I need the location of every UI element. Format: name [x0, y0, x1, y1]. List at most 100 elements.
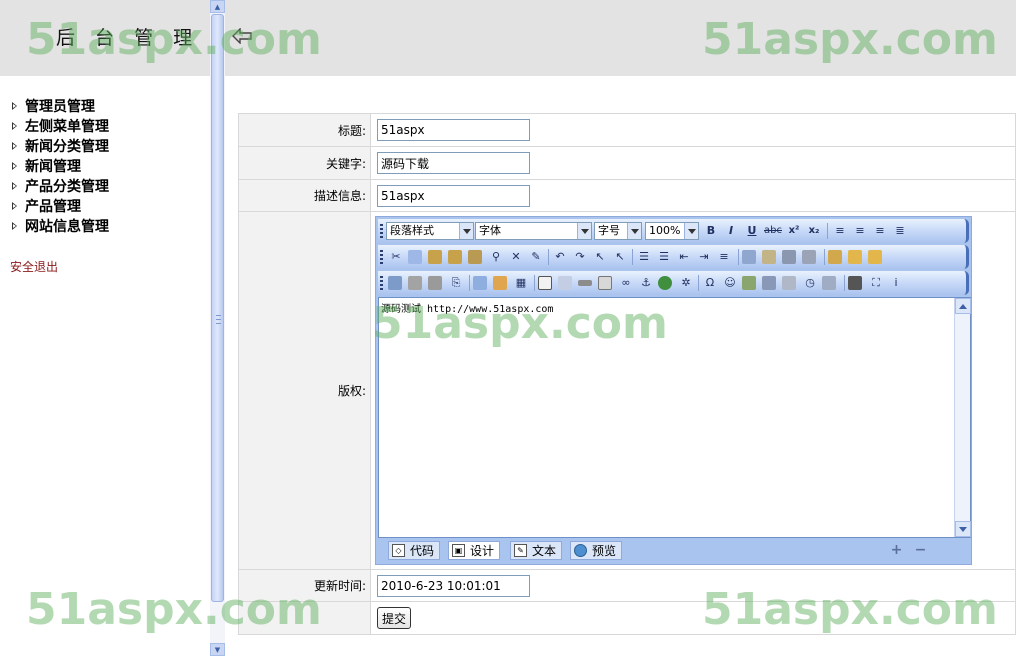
insert-image-icon[interactable]: [388, 276, 402, 290]
shrink-editor-icon[interactable]: −: [914, 543, 927, 557]
back-arrow-icon[interactable]: [232, 28, 252, 44]
editor-content-area[interactable]: 源码测试 http://www.51aspx.com: [378, 297, 971, 538]
font-select[interactable]: 字体: [475, 222, 592, 240]
paste-icon[interactable]: [428, 250, 442, 264]
indent-icon[interactable]: ⇥: [696, 249, 712, 265]
triangle-icon: [12, 182, 17, 190]
print-preview-icon[interactable]: [848, 276, 862, 290]
send-backward-icon[interactable]: [868, 250, 882, 264]
paste-text-icon[interactable]: [448, 250, 462, 264]
font-size-select[interactable]: 字号: [594, 222, 642, 240]
keywords-input[interactable]: [377, 152, 530, 174]
sidebar-item-product[interactable]: 产品管理: [12, 196, 109, 216]
editor-scroll-up-icon[interactable]: [955, 298, 971, 314]
superscript-button[interactable]: x²: [786, 223, 802, 239]
italic-button[interactable]: I: [723, 223, 739, 239]
attachment-icon[interactable]: ⎘: [448, 275, 464, 291]
form-row-copyright: 版权: 段落样式 字体 字号 100% B I U abc x² x₂ ≡ ≡ …: [238, 211, 1016, 570]
outdent-icon[interactable]: ⇤: [676, 249, 692, 265]
chevron-down-icon: [577, 223, 591, 239]
sidebar-item-label: 产品分类管理: [25, 179, 109, 195]
frame-scrollbar[interactable]: ▲ ▼: [210, 0, 225, 656]
horizontal-rule-icon[interactable]: [578, 280, 592, 286]
time-icon[interactable]: ◷: [802, 275, 818, 291]
title-input[interactable]: [377, 119, 530, 141]
undo-icon[interactable]: ↶: [552, 249, 568, 265]
emoticon-icon[interactable]: ☺: [722, 275, 738, 291]
description-input[interactable]: [377, 184, 530, 207]
hyperlink-icon[interactable]: [658, 276, 672, 290]
bring-forward-icon[interactable]: [848, 250, 862, 264]
text-color-icon[interactable]: [742, 250, 756, 264]
sidebar-item-left-menu[interactable]: 左侧菜单管理: [12, 116, 109, 136]
line-spacing-icon[interactable]: ≡: [716, 249, 732, 265]
copy-icon[interactable]: [408, 250, 422, 264]
paste-word-icon[interactable]: [468, 250, 482, 264]
scroll-down-button[interactable]: ▼: [210, 643, 225, 656]
zoom-select[interactable]: 100%: [645, 222, 699, 240]
insert-code-icon[interactable]: [822, 276, 836, 290]
highlight-icon[interactable]: [762, 250, 776, 264]
enlarge-editor-icon[interactable]: +: [890, 543, 903, 557]
tab-preview[interactable]: 预览: [570, 541, 623, 560]
cut-icon[interactable]: ✂: [388, 249, 404, 265]
rich-text-editor: 段落样式 字体 字号 100% B I U abc x² x₂ ≡ ≡ ≡ ≣ …: [375, 216, 972, 565]
update-time-input[interactable]: [377, 574, 530, 597]
tab-text[interactable]: ✎ 文本: [510, 541, 563, 560]
clean-format-icon[interactable]: ✎: [528, 249, 544, 265]
insert-table-icon[interactable]: [473, 276, 487, 290]
tab-design[interactable]: ▣ 设计: [448, 541, 501, 560]
text-icon: ✎: [514, 544, 527, 557]
find-icon[interactable]: ⚲: [488, 249, 504, 265]
sidebar-item-site-info[interactable]: 网站信息管理: [12, 216, 109, 236]
anchor-icon[interactable]: ⚓: [638, 275, 654, 291]
editor-content-text[interactable]: 源码测试 http://www.51aspx.com: [381, 300, 553, 315]
editor-scroll-down-icon[interactable]: [955, 521, 971, 537]
scroll-up-button[interactable]: ▲: [210, 0, 225, 13]
fullscreen-icon[interactable]: ⛶: [868, 275, 884, 291]
tab-code[interactable]: ◇ 代码: [388, 541, 441, 560]
insert-excel-icon[interactable]: [742, 276, 756, 290]
code-icon: ◇: [392, 544, 405, 557]
paragraph-style-select[interactable]: 段落样式: [386, 222, 474, 240]
sidebar-item-news-category[interactable]: 新闻分类管理: [12, 136, 109, 156]
sidebar-item-admin[interactable]: 管理员管理: [12, 96, 109, 116]
bulleted-list-icon[interactable]: ☰: [656, 249, 672, 265]
link-icon[interactable]: ∞: [618, 275, 634, 291]
sidebar-item-product-category[interactable]: 产品分类管理: [12, 176, 109, 196]
art-text-icon[interactable]: [762, 276, 776, 290]
redo-icon[interactable]: ↷: [572, 249, 588, 265]
toolbar-grip-icon: [380, 224, 383, 238]
grid-icon[interactable]: ▦: [513, 275, 529, 291]
align-center-icon[interactable]: ≡: [852, 223, 868, 239]
strikethrough-button[interactable]: abc: [763, 223, 783, 239]
format-brush-icon[interactable]: [782, 250, 796, 264]
insert-layer-icon[interactable]: [558, 276, 572, 290]
align-left-icon[interactable]: ≡: [832, 223, 848, 239]
sidebar-item-news[interactable]: 新闻管理: [12, 156, 109, 176]
help-icon[interactable]: ⅰ: [888, 275, 904, 291]
submit-button[interactable]: 提交: [377, 607, 412, 629]
subscript-button[interactable]: x₂: [806, 223, 822, 239]
insert-media-icon[interactable]: [428, 276, 442, 290]
logout-link[interactable]: 安全退出: [10, 258, 58, 275]
table-properties-icon[interactable]: [493, 276, 507, 290]
align-justify-icon[interactable]: ≣: [892, 223, 908, 239]
editor-scrollbar[interactable]: [954, 298, 971, 537]
insert-flash-icon[interactable]: [408, 276, 422, 290]
layer-icon[interactable]: [828, 250, 842, 264]
absolute-position-icon[interactable]: ↖: [612, 249, 628, 265]
insert-form-icon[interactable]: [538, 276, 552, 290]
delete-icon[interactable]: ✕: [508, 249, 524, 265]
bold-button[interactable]: B: [703, 223, 719, 239]
remove-format-icon[interactable]: [802, 250, 816, 264]
special-char-icon[interactable]: Ω: [702, 275, 718, 291]
underline-button[interactable]: U: [744, 223, 760, 239]
unlink-icon[interactable]: ✲: [678, 275, 694, 291]
scrollbar-thumb[interactable]: [211, 14, 224, 602]
date-icon[interactable]: [782, 276, 796, 290]
align-right-icon[interactable]: ≡: [872, 223, 888, 239]
numbered-list-icon[interactable]: ☰: [636, 249, 652, 265]
marquee-icon[interactable]: [598, 276, 612, 290]
select-pointer-icon[interactable]: ↖: [592, 249, 608, 265]
